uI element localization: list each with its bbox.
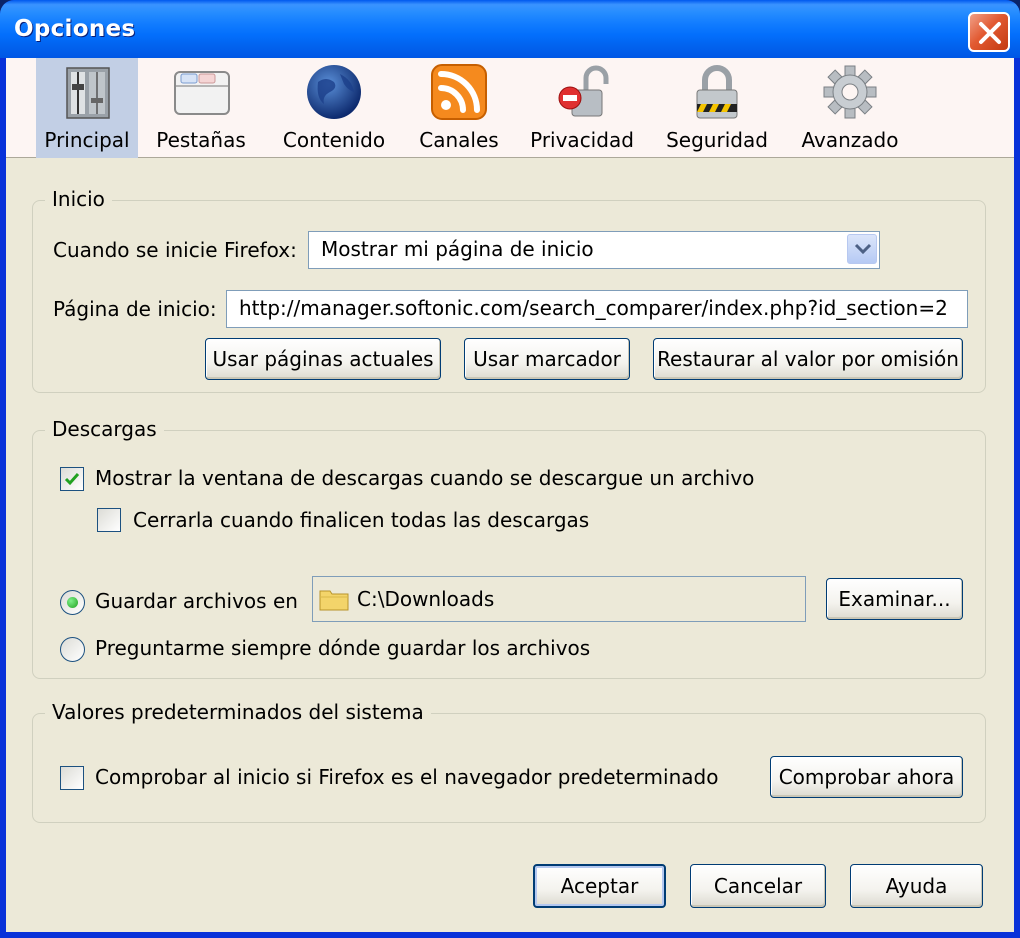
startup-dropdown-value: Mostrar mi página de inicio (321, 237, 594, 261)
use-bookmark-button[interactable]: Usar marcador (464, 338, 630, 380)
rss-feed-icon (431, 64, 487, 120)
chevron-down-icon (854, 243, 872, 255)
save-to-label: Guardar archivos en (95, 589, 298, 613)
cancel-button[interactable]: Cancelar (690, 864, 826, 908)
group-legend: Descargas (45, 417, 164, 441)
homepage-value: http://manager.softonic.com/search_compa… (239, 296, 948, 320)
globe-icon (307, 65, 361, 119)
ask-location-label: Preguntarme siempre dónde guardar los ar… (95, 636, 591, 660)
homepage-input[interactable]: http://manager.softonic.com/search_compa… (226, 290, 968, 328)
radio-dot (67, 597, 78, 608)
group-legend: Inicio (45, 187, 112, 211)
help-button[interactable]: Ayuda (850, 864, 983, 908)
system-defaults-group: Valores predeterminados del sistema Comp… (32, 700, 986, 823)
tab-label: Pestañas (156, 128, 246, 152)
tab-label: Seguridad (666, 128, 768, 152)
tab-avanzado[interactable]: Avanzado (796, 58, 904, 158)
close-icon (979, 22, 1001, 44)
download-folder-path: C:\Downloads (357, 587, 495, 611)
accept-button[interactable]: Aceptar (533, 864, 666, 908)
dropdown-arrow-button[interactable] (847, 234, 877, 264)
sliders-icon (66, 67, 110, 119)
category-toolbar: Principal Pestañas Contenido Canales Pri… (6, 58, 1014, 158)
tab-privacidad[interactable]: Privacidad (526, 58, 638, 158)
use-current-pages-button[interactable]: Usar páginas actuales (205, 338, 441, 380)
close-when-done-checkbox[interactable] (97, 508, 121, 532)
check-default-browser-label: Comprobar al inicio si Firefox es el nav… (95, 765, 719, 789)
tab-label: Canales (419, 128, 499, 152)
descargas-group: Descargas Mostrar la ventana de descarga… (32, 417, 986, 679)
download-folder-field[interactable]: C:\Downloads (312, 576, 806, 622)
close-when-done-label: Cerrarla cuando finalicen todas las desc… (133, 508, 590, 532)
window-title: Opciones (14, 16, 136, 42)
dialog-body: Principal Pestañas Contenido Canales Pri… (6, 58, 1014, 932)
open-lock-icon (558, 65, 609, 117)
show-downloads-checkbox[interactable] (60, 467, 84, 491)
title-bar[interactable]: Opciones (0, 0, 1020, 58)
options-dialog: Opciones Principal Pestañas Contenido Ca… (0, 0, 1020, 938)
gear-icon (823, 65, 877, 119)
checkmark-icon (64, 473, 80, 486)
tab-seguridad[interactable]: Seguridad (661, 58, 773, 158)
tabs-window-icon (174, 71, 230, 115)
browse-button[interactable]: Examinar... (826, 578, 963, 620)
close-button[interactable] (968, 12, 1010, 52)
padlock-icon (696, 65, 738, 119)
tab-label: Contenido (282, 128, 386, 152)
check-now-button[interactable]: Comprobar ahora (770, 756, 963, 798)
tab-pestanas[interactable]: Pestañas (146, 58, 256, 158)
tab-contenido[interactable]: Contenido (276, 58, 392, 158)
startup-dropdown[interactable]: Mostrar mi página de inicio (308, 231, 880, 269)
restore-default-button[interactable]: Restaurar al valor por omisión (653, 338, 963, 380)
folder-icon (319, 590, 349, 611)
tab-principal[interactable]: Principal (36, 58, 138, 158)
tab-label: Avanzado (801, 128, 899, 152)
check-default-browser-checkbox[interactable] (60, 766, 84, 790)
ask-location-radio[interactable] (60, 637, 85, 662)
save-to-radio[interactable] (60, 590, 85, 615)
inicio-group: Inicio Cuando se inicie Firefox: Mostrar… (32, 187, 986, 393)
startup-label: Cuando se inicie Firefox: (53, 238, 297, 262)
group-legend: Valores predeterminados del sistema (45, 700, 431, 724)
tab-label: Principal (44, 128, 130, 152)
tab-label: Privacidad (530, 128, 634, 152)
homepage-label: Página de inicio: (53, 297, 217, 321)
show-downloads-label: Mostrar la ventana de descargas cuando s… (95, 466, 755, 490)
tab-canales[interactable]: Canales (411, 58, 507, 158)
